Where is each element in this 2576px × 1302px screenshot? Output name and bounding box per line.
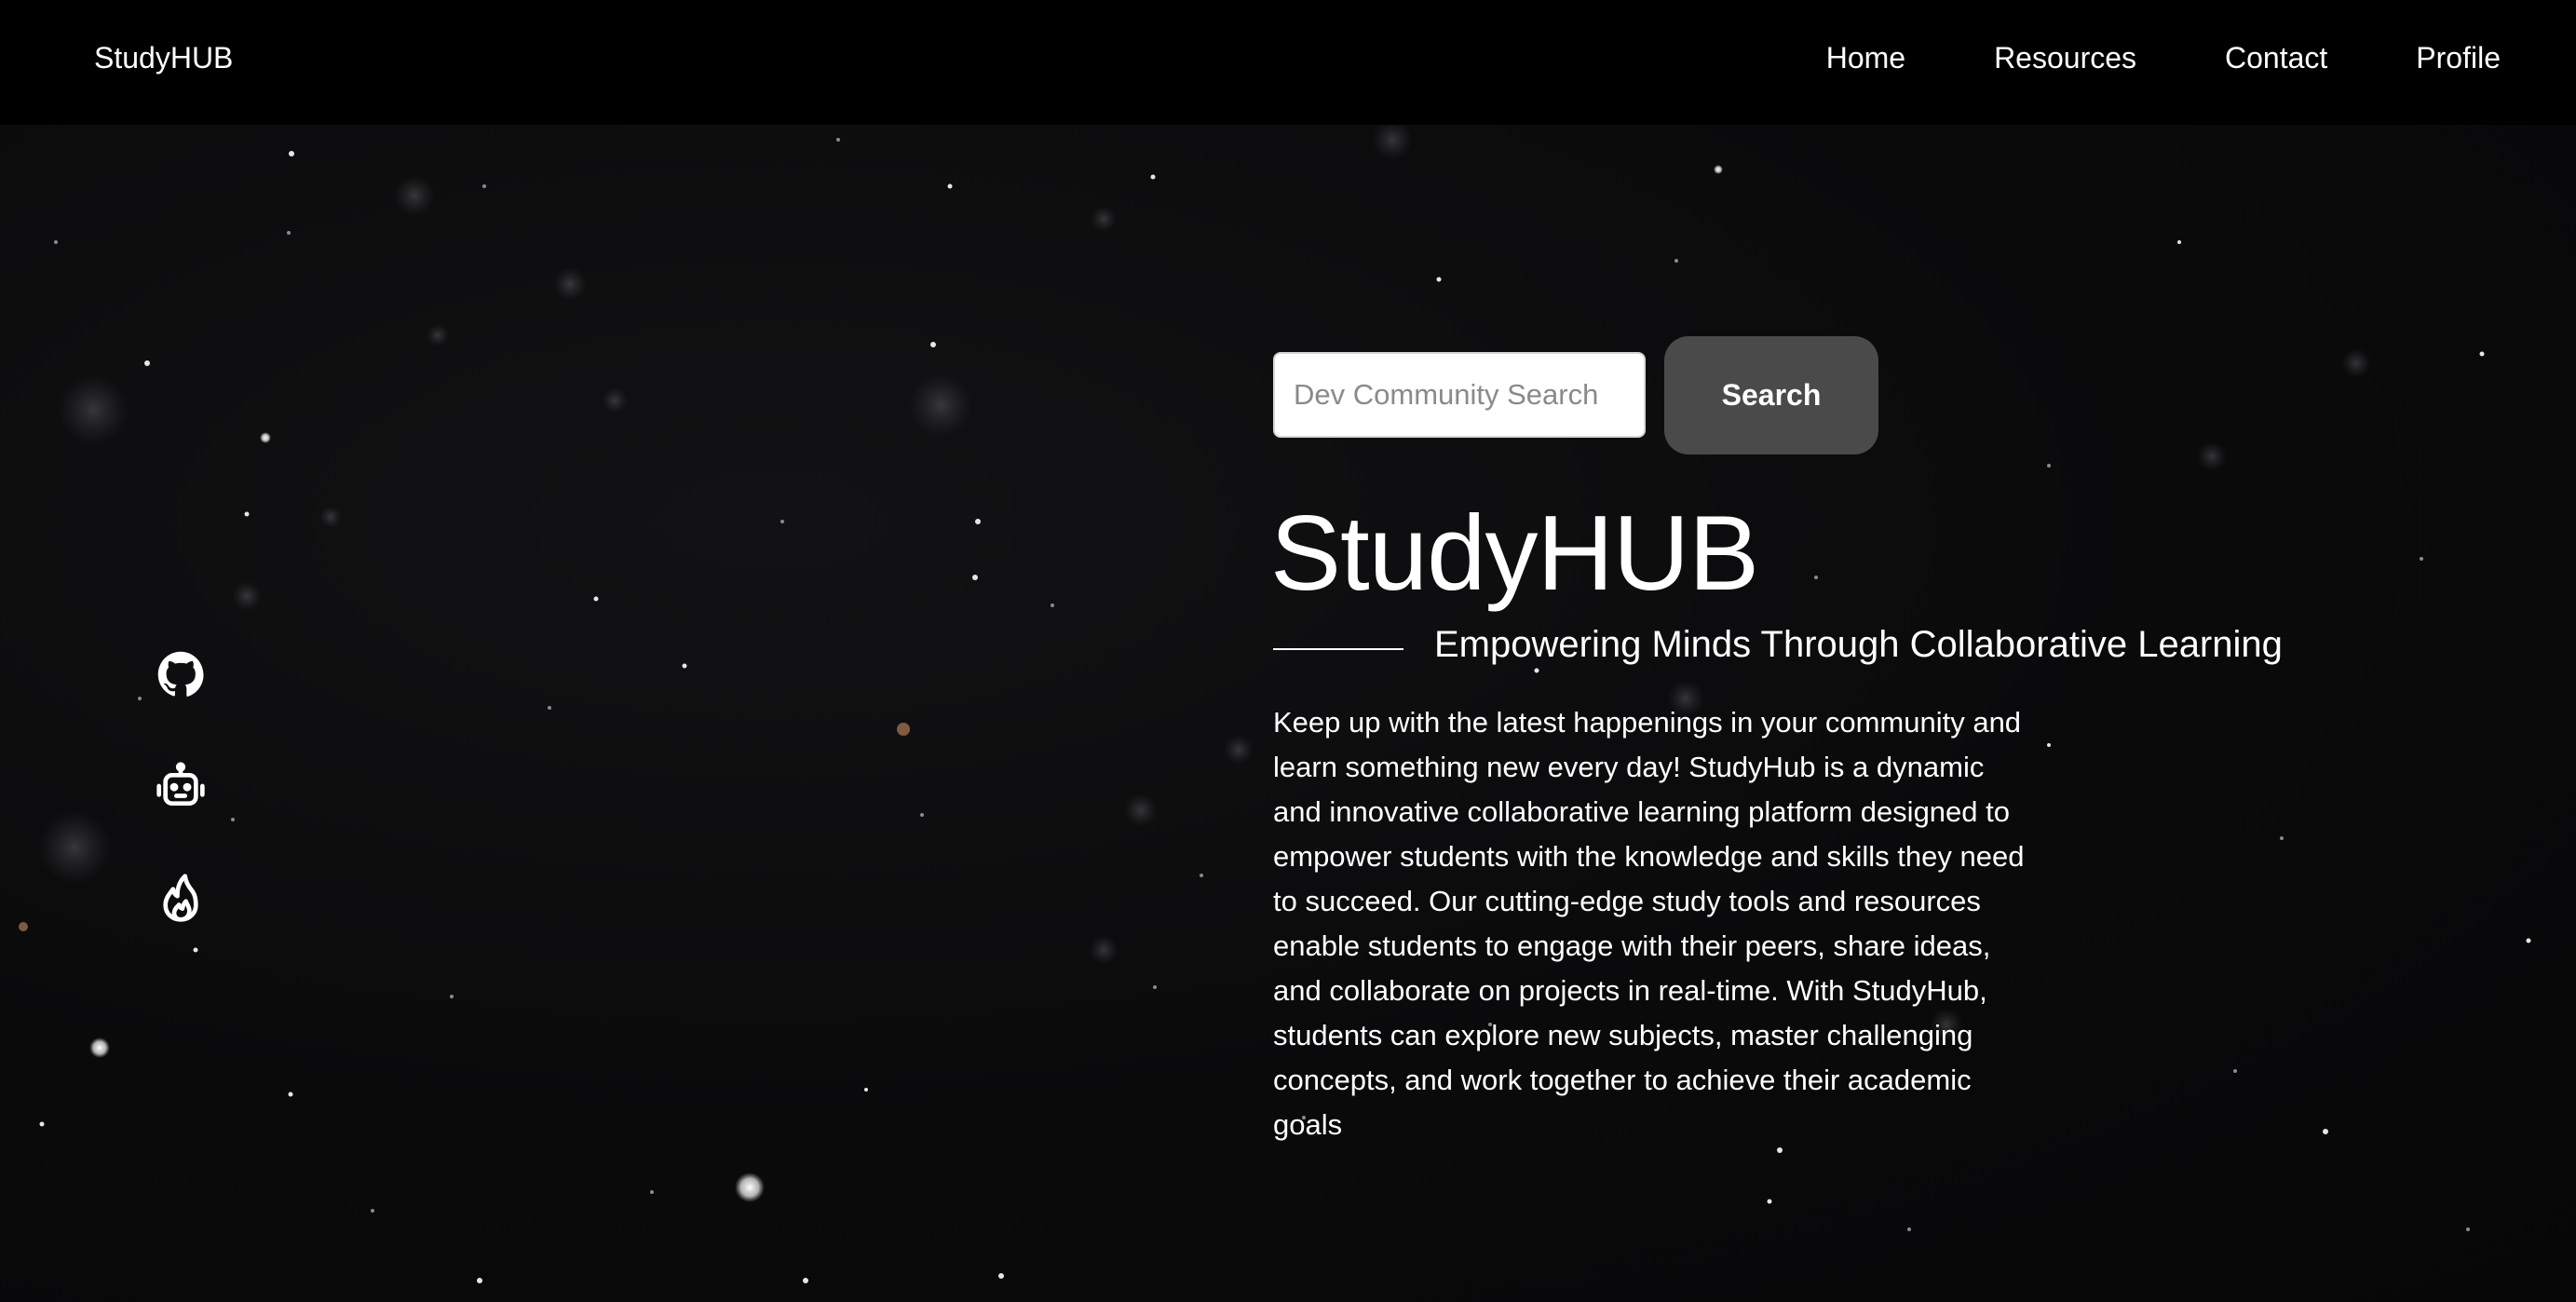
github-icon[interactable] [155,648,207,700]
nav-link-home[interactable]: Home [1826,41,1905,75]
social-links [155,648,210,983]
main-nav: Home Resources Contact Profile [1738,41,2501,75]
nav-link-contact[interactable]: Contact [2225,41,2327,75]
search-input[interactable] [1273,352,1646,438]
tagline-row: Empowering Minds Through Collaborative L… [1273,624,2283,666]
top-navbar: StudyHUB Home Resources Contact Profile [0,0,2576,125]
page: StudyHUB Home Resources Contact Profile [0,0,2576,1302]
tagline-divider [1273,647,1403,650]
hero-description: Keep up with the latest happenings in yo… [1273,706,2025,1141]
robot-icon[interactable] [155,760,207,812]
brand-logo-text[interactable]: StudyHUB [94,41,233,75]
flame-icon[interactable] [155,872,207,924]
nav-link-resources[interactable]: Resources [1994,41,2136,75]
nav-link-profile[interactable]: Profile [2416,41,2501,75]
hero-tagline: Empowering Minds Through Collaborative L… [1434,624,2283,665]
search-button[interactable]: Search [1664,336,1878,454]
hero-title: StudyHUB [1270,495,1759,613]
